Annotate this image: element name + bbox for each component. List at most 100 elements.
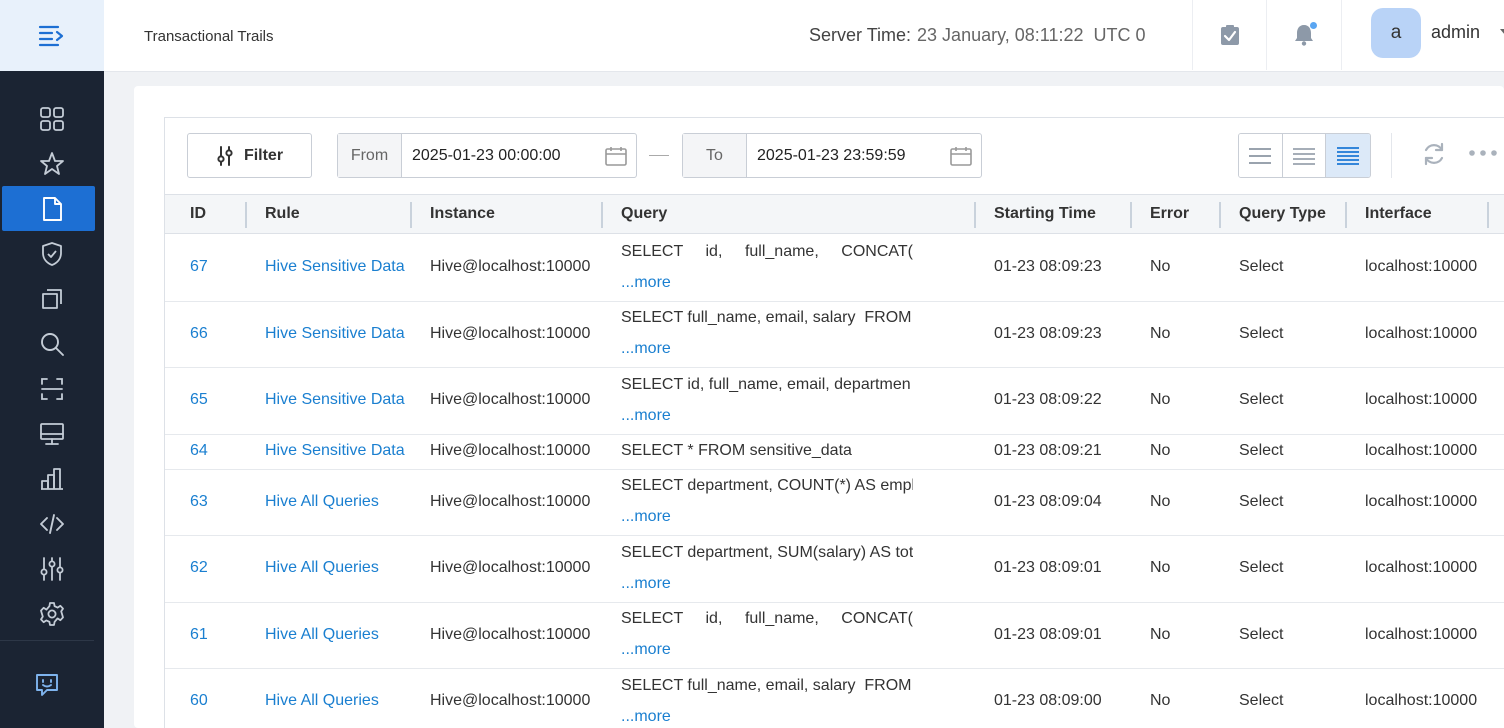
more-options-button[interactable] xyxy=(1468,145,1498,166)
table-row[interactable]: 60 Hive All Queries Hive@localhost:10000… xyxy=(165,669,1504,728)
row-rule-link[interactable]: Hive Sensitive Data xyxy=(265,325,405,343)
column-header-starting-time[interactable]: Starting Time xyxy=(994,195,1096,233)
row-starting-time: 01-23 08:09:22 xyxy=(994,391,1102,408)
row-error: No xyxy=(1150,626,1171,643)
row-rule-link[interactable]: Hive All Queries xyxy=(265,626,379,644)
filter-label: Filter xyxy=(243,146,284,164)
table-row[interactable]: 61 Hive All Queries Hive@localhost:10000… xyxy=(165,603,1504,669)
row-query-more-link[interactable]: ...more xyxy=(621,405,913,427)
column-resize-handle[interactable] xyxy=(1219,202,1221,228)
row-query: SELECT full_name, email, salary FROM ...… xyxy=(621,675,913,728)
row-rule-link[interactable]: Hive All Queries xyxy=(265,559,379,577)
row-query: SELECT department, COUNT(*) AS empl ...m… xyxy=(621,475,913,528)
sidebar-item-search[interactable] xyxy=(0,321,104,366)
density-compact-button[interactable] xyxy=(1326,134,1370,177)
column-header-id[interactable]: ID xyxy=(190,195,206,233)
column-header-instance[interactable]: Instance xyxy=(430,195,495,233)
density-medium-button[interactable] xyxy=(1282,134,1327,177)
to-calendar-button[interactable] xyxy=(941,134,981,177)
row-id-link[interactable]: 64 xyxy=(190,442,208,460)
row-query-more-link[interactable]: ...more xyxy=(621,506,913,528)
filter-button[interactable]: Filter xyxy=(187,133,312,178)
row-query-more-link[interactable]: ...more xyxy=(621,338,913,360)
header-separator xyxy=(1266,0,1267,70)
from-date-picker[interactable]: From 2025-01-23 00:00:00 xyxy=(337,133,637,178)
column-header-interface[interactable]: Interface xyxy=(1365,195,1432,233)
sidebar-item-dashboard[interactable] xyxy=(0,96,104,141)
row-rule-link[interactable]: Hive Sensitive Data xyxy=(265,258,405,276)
column-resize-handle[interactable] xyxy=(1130,202,1132,228)
list-compact-icon xyxy=(1337,146,1360,165)
column-resize-handle[interactable] xyxy=(601,202,603,228)
star-icon xyxy=(40,151,64,175)
sidebar-item-transactional-trails[interactable] xyxy=(0,186,104,231)
column-header-error[interactable]: Error xyxy=(1150,195,1189,233)
calendar-icon xyxy=(605,146,627,166)
table-row[interactable]: 67 Hive Sensitive Data Hive@localhost:10… xyxy=(165,234,1504,302)
density-loose-button[interactable] xyxy=(1239,134,1283,177)
sidebar-item-feedback[interactable] xyxy=(0,662,94,707)
row-id-link[interactable]: 66 xyxy=(190,325,208,343)
row-rule-link[interactable]: Hive Sensitive Data xyxy=(265,391,405,409)
sidebar-item-configuration[interactable] xyxy=(0,546,104,591)
sidebar-item-settings[interactable] xyxy=(0,591,104,636)
notifications-button[interactable] xyxy=(1291,22,1317,48)
menu-toggle-icon[interactable] xyxy=(38,24,66,48)
row-query-more-link[interactable]: ...more xyxy=(621,706,913,728)
table-row[interactable]: 63 Hive All Queries Hive@localhost:10000… xyxy=(165,470,1504,536)
row-instance: Hive@localhost:10000 xyxy=(430,493,591,510)
row-id-link[interactable]: 63 xyxy=(190,493,208,511)
sidebar-item-reports[interactable] xyxy=(0,456,104,501)
row-query-more-link[interactable]: ...more xyxy=(621,639,913,661)
sidebar-item-developer[interactable] xyxy=(0,501,104,546)
column-resize-handle[interactable] xyxy=(245,202,247,228)
column-resize-handle[interactable] xyxy=(1487,202,1489,228)
row-id-link[interactable]: 65 xyxy=(190,391,208,409)
row-id-link[interactable]: 60 xyxy=(190,692,208,710)
column-resize-handle[interactable] xyxy=(410,202,412,228)
row-instance: Hive@localhost:10000 xyxy=(430,258,591,275)
username[interactable]: admin xyxy=(1431,22,1480,43)
row-starting-time: 01-23 08:09:23 xyxy=(994,258,1102,275)
sidebar-item-favorites[interactable] xyxy=(0,141,104,186)
row-rule-link[interactable]: Hive All Queries xyxy=(265,692,379,710)
column-resize-handle[interactable] xyxy=(1345,202,1347,228)
column-resize-handle[interactable] xyxy=(974,202,976,228)
sidebar-item-security[interactable] xyxy=(0,231,104,276)
server-time-value: 23 January, 08:11:22 UTC 0 xyxy=(917,25,1146,45)
sidebar xyxy=(0,0,104,728)
row-instance: Hive@localhost:10000 xyxy=(430,442,591,459)
table-row[interactable]: 62 Hive All Queries Hive@localhost:10000… xyxy=(165,536,1504,603)
column-header-query-type[interactable]: Query Type xyxy=(1239,195,1326,233)
to-date-input[interactable]: 2025-01-23 23:59:59 xyxy=(747,134,941,177)
to-date-picker[interactable]: To 2025-01-23 23:59:59 xyxy=(682,133,982,178)
calendar-icon xyxy=(950,146,972,166)
table-row[interactable]: 65 Hive Sensitive Data Hive@localhost:10… xyxy=(165,368,1504,435)
row-id-link[interactable]: 67 xyxy=(190,258,208,276)
column-header-query[interactable]: Query xyxy=(621,195,667,233)
chevron-down-icon[interactable] xyxy=(1500,29,1504,35)
row-query-more-link[interactable]: ...more xyxy=(621,272,913,294)
sidebar-toggle[interactable] xyxy=(0,0,104,71)
row-id-link[interactable]: 61 xyxy=(190,626,208,644)
row-query-text: SELECT department, COUNT(*) AS empl xyxy=(621,477,913,494)
from-calendar-button[interactable] xyxy=(596,134,636,177)
shield-icon xyxy=(42,241,62,266)
table-row[interactable]: 66 Hive Sensitive Data Hive@localhost:10… xyxy=(165,302,1504,368)
row-rule-link[interactable]: Hive Sensitive Data xyxy=(265,442,405,460)
from-date-input[interactable]: 2025-01-23 00:00:00 xyxy=(402,134,596,177)
sidebar-item-monitor[interactable] xyxy=(0,411,104,456)
row-id-link[interactable]: 62 xyxy=(190,559,208,577)
row-query-more-link[interactable]: ...more xyxy=(621,573,913,595)
top-header: Transactional Trails Server Time: 23 Janu… xyxy=(104,0,1504,72)
refresh-button[interactable] xyxy=(1421,141,1447,172)
avatar[interactable]: a xyxy=(1371,8,1421,58)
column-header-rule[interactable]: Rule xyxy=(265,195,300,233)
code-icon xyxy=(40,513,64,534)
sidebar-item-copies[interactable] xyxy=(0,276,104,321)
gear-icon xyxy=(40,601,64,626)
sidebar-item-scan[interactable] xyxy=(0,366,104,411)
table-row[interactable]: 64 Hive Sensitive Data Hive@localhost:10… xyxy=(165,435,1504,470)
tasks-button[interactable] xyxy=(1217,22,1243,48)
row-rule-link[interactable]: Hive All Queries xyxy=(265,493,379,511)
